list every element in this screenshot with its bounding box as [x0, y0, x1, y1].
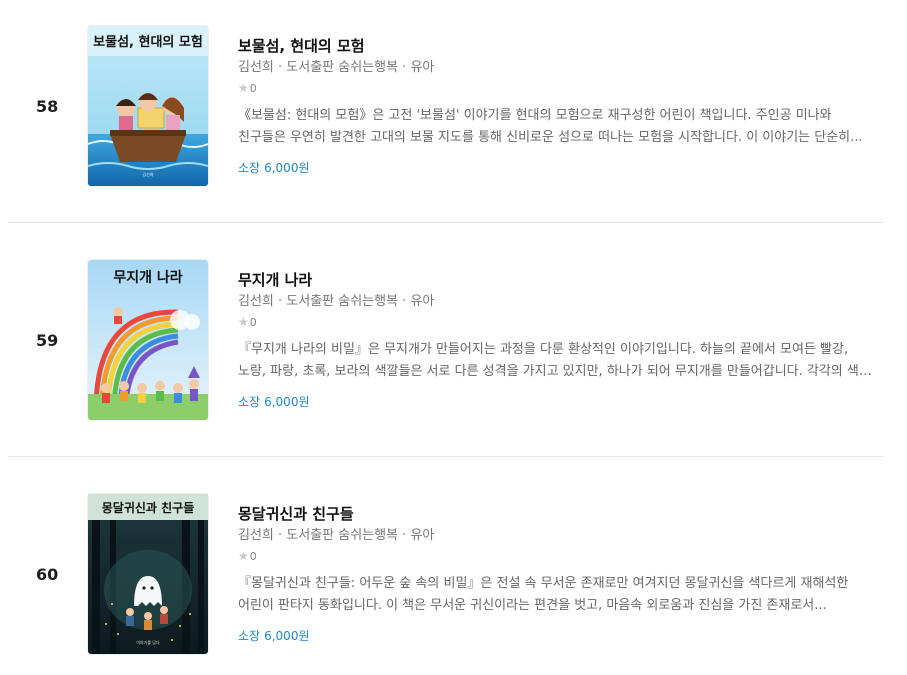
rank-number: 59	[36, 331, 59, 350]
book-rating: ★0	[238, 547, 878, 565]
price-label: 소장	[238, 629, 261, 643]
description-line: 《보물섬: 현대의 모험》은 고전 '보물섬' 이야기를 현대의 모험으로 재구…	[238, 108, 832, 123]
price-label: 소장	[238, 161, 261, 175]
book-price: 소장 6,000원	[238, 627, 878, 645]
book-list-item[interactable]: 59 무지개 나라 무지개 나라 김선희 · 도서출판 숨쉬는행복 · 유아 ★…	[0, 224, 907, 458]
description-line: 『몽달귀신과 친구들: 어두운 숲 속의 비밀』은 전설 속 무서운 존재로만 …	[238, 576, 849, 591]
book-meta: 김선희 · 도서출판 숨쉬는행복 · 유아	[238, 294, 435, 309]
rating-count: 0	[249, 316, 257, 329]
book-meta: 김선희 · 도서출판 숨쉬는행복 · 유아	[238, 528, 435, 543]
rating-count: 0	[249, 550, 257, 563]
star-icon: ★	[238, 81, 249, 95]
book-rating: ★0	[238, 79, 878, 97]
star-icon: ★	[238, 315, 249, 329]
description-line: 친구들은 우연히 발견한 고대의 보물 지도를 통해 신비로운 섬으로 떠나는 …	[238, 130, 863, 145]
book-title[interactable]: 무지개 나라	[238, 269, 878, 291]
book-meta: 김선희 · 도서출판 숨쉬는행복 · 유아	[238, 60, 435, 75]
svg-text:김선희: 김선희	[142, 171, 153, 177]
book-info: 보물섬, 현대의 모험 김선희 · 도서출판 숨쉬는행복 · 유아 ★0 《보물…	[238, 35, 878, 177]
book-info: 몽달귀신과 친구들 김선희 · 도서출판 숨쉬는행복 · 유아 ★0 『몽달귀신…	[238, 503, 878, 645]
book-description: 『무지개 나라의 비밀』은 무지개가 만들어지는 과정을 다룬 환상적인 이야기…	[238, 339, 878, 383]
description-line: 노랑, 파랑, 초록, 보라의 색깔들은 서로 다른 성격을 가지고 있지만, …	[238, 364, 878, 379]
book-price: 소장 6,000원	[238, 393, 878, 411]
price-label: 소장	[238, 395, 261, 409]
rating-count: 0	[249, 82, 257, 95]
book-info: 무지개 나라 김선희 · 도서출판 숨쉬는행복 · 유아 ★0 『무지개 나라의…	[238, 269, 878, 411]
price-value: 6,000원	[264, 629, 310, 643]
cover-illustration: 보물섬, 현대의 모험 김선희	[88, 26, 208, 186]
book-price: 소장 6,000원	[238, 159, 878, 177]
svg-text:이야기를 담다: 이야기를 담다	[136, 639, 160, 645]
book-cover[interactable]: 몽달귀신과 친구들 이야기를 담다	[88, 494, 208, 654]
divider	[8, 222, 884, 223]
book-description: 《보물섬: 현대의 모험》은 고전 '보물섬' 이야기를 현대의 모험으로 재구…	[238, 105, 878, 149]
rank-number: 60	[36, 565, 59, 584]
description-line: 어린이 판타지 동화입니다. 이 책은 무서운 귀신이라는 편견을 벗고, 마음…	[238, 598, 827, 613]
book-list: 58 보물섬, 현대의 모험 김선희 보물섬, 현대의 모험 김선희 · 도서출…	[0, 0, 907, 675]
cover-title: 몽달귀신과 친구들	[102, 500, 195, 515]
divider	[8, 456, 884, 457]
book-cover[interactable]: 보물섬, 현대의 모험 김선희	[88, 26, 208, 186]
book-title[interactable]: 보물섬, 현대의 모험	[238, 35, 878, 57]
cover-title: 무지개 나라	[113, 270, 182, 286]
cover-title: 보물섬, 현대의 모험	[93, 34, 203, 50]
book-rating: ★0	[238, 313, 878, 331]
book-list-item[interactable]: 60 몽달귀신과 친구들 이야기를 담다 몽달귀신과 친구들 김선희 · 도서출…	[0, 458, 907, 675]
star-icon: ★	[238, 549, 249, 563]
description-line: 『무지개 나라의 비밀』은 무지개가 만들어지는 과정을 다룬 환상적인 이야기…	[238, 342, 849, 357]
price-value: 6,000원	[264, 161, 310, 175]
book-cover[interactable]: 무지개 나라	[88, 260, 208, 420]
rank-number: 58	[36, 97, 59, 116]
book-title[interactable]: 몽달귀신과 친구들	[238, 503, 878, 525]
book-list-item[interactable]: 58 보물섬, 현대의 모험 김선희 보물섬, 현대의 모험 김선희 · 도서출…	[0, 0, 907, 224]
cover-illustration: 무지개 나라	[88, 260, 208, 420]
book-description: 『몽달귀신과 친구들: 어두운 숲 속의 비밀』은 전설 속 무서운 존재로만 …	[238, 573, 878, 617]
cover-illustration: 몽달귀신과 친구들 이야기를 담다	[88, 494, 208, 654]
price-value: 6,000원	[264, 395, 310, 409]
